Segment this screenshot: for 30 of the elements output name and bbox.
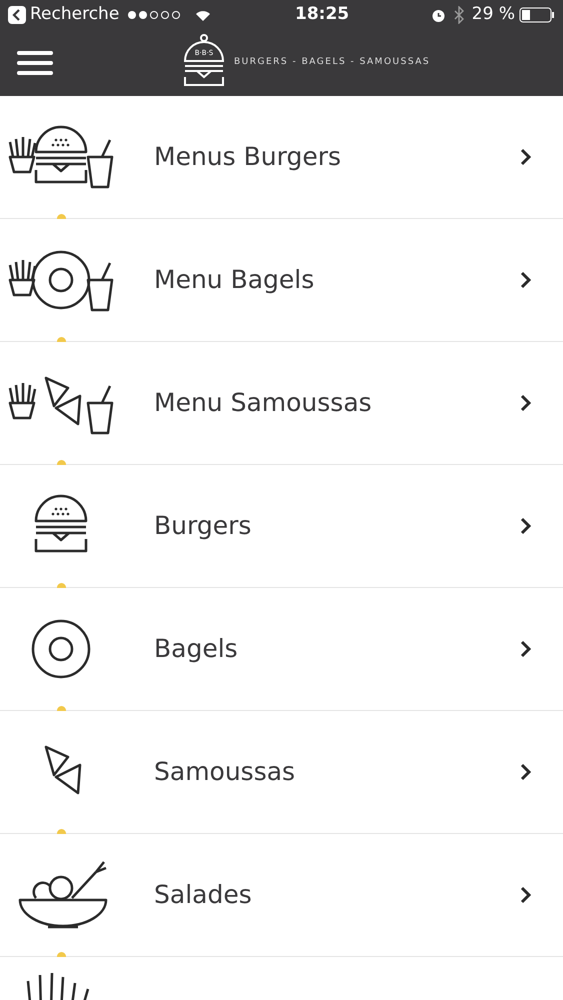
chevron-icon	[519, 886, 533, 904]
menu-label: Burgers	[154, 510, 252, 542]
chevron-icon	[519, 763, 533, 781]
menu-label: Menus Burgers	[154, 141, 342, 174]
chevron-icon	[519, 148, 533, 166]
battery-icon	[519, 7, 555, 23]
menu-row[interactable]: Samoussas	[0, 711, 563, 834]
menu-row[interactable]: Menu Bagels	[0, 219, 563, 342]
brand-tagline: BURGERS - BAGELS - SAMOUSSAS	[234, 56, 430, 70]
menu-label: Salades	[154, 879, 253, 912]
chevron-icon	[519, 517, 533, 535]
menu-row[interactable]: Bagels	[0, 588, 563, 711]
menu-row[interactable]: Burgers	[0, 465, 563, 588]
alarm-icon	[430, 8, 446, 22]
clock-time: 18:25	[294, 3, 350, 26]
chevron-icon	[519, 394, 533, 412]
menu-label: Menu Bagels	[154, 264, 316, 296]
menu-row[interactable]: Menu Samoussas	[0, 342, 563, 465]
menu-icon[interactable]	[16, 49, 54, 77]
bluetooth-icon	[454, 6, 464, 24]
back-label[interactable]: Recherche	[30, 2, 120, 28]
menu-row[interactable]: Menus Burgers	[0, 96, 563, 219]
battery-percent: 29 %	[472, 3, 515, 26]
menu-label: Samoussas	[154, 756, 296, 788]
menu-label: Bagels	[154, 633, 239, 666]
back-icon[interactable]	[8, 6, 26, 24]
chevron-icon	[519, 640, 533, 658]
chevron-icon	[519, 271, 533, 289]
menu-label: Menu Samoussas	[154, 387, 373, 420]
menu-row[interactable]: Salades	[0, 834, 563, 957]
